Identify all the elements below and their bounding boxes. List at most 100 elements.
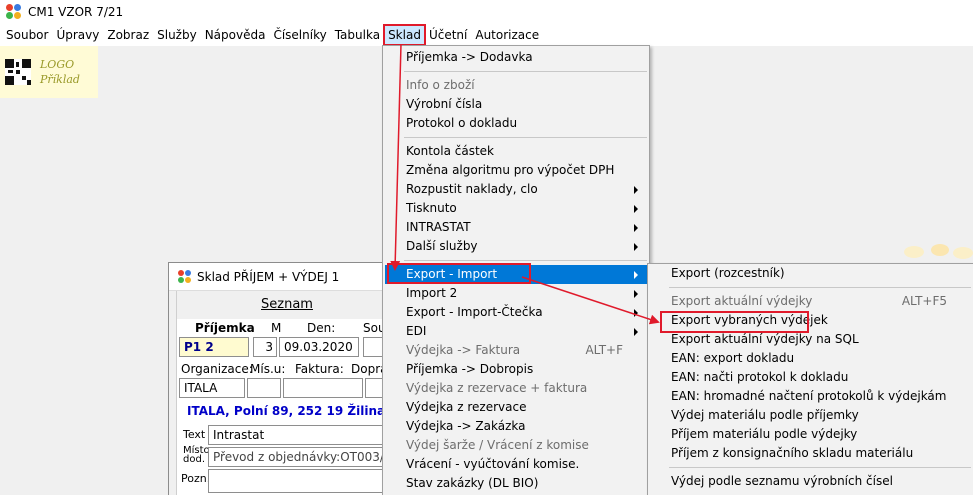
menu-item-label: Vrácení - vyúčtování komise. — [406, 457, 580, 471]
label-text: Text — [183, 428, 206, 441]
sklad-menu-item-zmena-algoritmu-pro-vypocet-dph[interactable]: Změna algoritmu pro výpočet DPH — [385, 161, 647, 180]
menu-item-label: Import 2 — [406, 286, 458, 300]
menu-item-label: Protokol o dokladu — [406, 116, 518, 130]
export-submenu-item-vydej-materialu-podle-prijemky[interactable]: Výdej materiálu podle příjemky — [650, 406, 973, 425]
sklad-menu: Příjemka -> Dodavka Info o zboží Výrobní č… — [382, 45, 650, 495]
submenu-arrow-icon — [634, 205, 638, 213]
label-prijemka: Příjemka — [195, 321, 255, 335]
faktura-field[interactable] — [283, 378, 363, 398]
export-submenu-separator — [669, 467, 971, 468]
sklad-window-titlebar[interactable]: Sklad PŘÍJEM + VÝDEJ 1 — [169, 263, 397, 291]
submenu-arrow-icon — [634, 224, 638, 232]
sklad-menu-item-prijemka-dobropis[interactable]: Příjemka -> Dobropis — [385, 360, 647, 379]
label-misto-dod: Místo dod. — [183, 445, 210, 465]
export-submenu-item-ean-hromadne-nacteni-protokolu-k-vydejkam[interactable]: EAN: hromadné načtení protokolů k výdejk… — [650, 387, 973, 406]
m-field[interactable]: 3 — [253, 337, 277, 357]
sklad-window-body: Seznam Příjemka M Den: Sou P1 2 3 09.03.… — [176, 291, 398, 495]
title-bar: CM1 VZOR 7/21 — [0, 0, 973, 24]
menu-item-label: Kontola částek — [406, 144, 495, 158]
menu-item-label: EAN: načti protokol k dokladu — [671, 370, 849, 384]
menu-zobraz[interactable]: Zobraz — [103, 25, 153, 45]
menu-tabulka[interactable]: Tabulka — [331, 25, 384, 45]
submenu-arrow-icon — [634, 290, 638, 298]
menu-item-label: Výrobní čísla — [406, 97, 483, 111]
menu-sluzby[interactable]: Služby — [153, 25, 201, 45]
sklad-menu-item-vraceni-vyuctovani-komise[interactable]: Vrácení - vyúčtování komise. — [385, 455, 647, 474]
export-submenu-item-prijem-z-konsignacniho-skladu-materialu[interactable]: Příjem z konsignačního skladu materiálu — [650, 444, 973, 463]
menu-item-label: Export (rozcestník) — [671, 266, 785, 280]
sklad-menu-item-export-import[interactable]: Export - Import — [385, 265, 647, 284]
sklad-menu-item-prijemka-dodavka[interactable]: Příjemka -> Dodavka — [385, 48, 647, 67]
sklad-menu-item-stav-zakazky-dl-bio[interactable]: Stav zakázky (DL BIO) — [385, 474, 647, 493]
qr-code-icon — [5, 59, 31, 85]
menu-item-label: Výdejka -> Faktura — [406, 343, 521, 357]
label-organizace: Organizace: — [181, 362, 253, 376]
menu-item-label: Změna algoritmu pro výpočet DPH — [406, 163, 615, 177]
window-app-icon — [178, 269, 192, 284]
export-submenu-item-export-rozcestnik[interactable]: Export (rozcestník) — [650, 264, 973, 283]
menu-item-label: Info o zboží — [406, 78, 475, 92]
label-faktura: Faktura: — [295, 362, 344, 376]
export-submenu-item-vydej-podle-seznamu-vyrobnich-cisel[interactable]: Výdej podle seznamu výrobních čísel — [650, 472, 973, 491]
label-pozn: Pozn. — [181, 472, 211, 485]
menu-item-label: Tisknuto — [406, 201, 457, 215]
export-submenu-item-export-aktualni-vydejky-na-sql[interactable]: Export aktuální výdejky na SQL — [650, 330, 973, 349]
misu-field[interactable] — [247, 378, 281, 398]
sklad-menu-item-dalsi-sluzby[interactable]: Další služby — [385, 237, 647, 256]
menu-soubor[interactable]: Soubor — [2, 25, 52, 45]
text-field[interactable]: Intrastat — [208, 425, 398, 445]
menu-item-shortcut: ALT+F5 — [901, 294, 947, 308]
misto-dodani-field[interactable]: Převod z objednávky:OT003/20 — [208, 447, 398, 467]
sklad-menu-item-edi[interactable]: EDI — [385, 322, 647, 341]
label-misu: Mís.u: — [250, 362, 286, 376]
menu-upravy[interactable]: Úpravy — [52, 25, 103, 45]
sklad-menu-item-kontola-castek[interactable]: Kontola částek — [385, 142, 647, 161]
sklad-menu-item-intrastat[interactable]: INTRASTAT — [385, 218, 647, 237]
export-submenu-item-ean-export-dokladu[interactable]: EAN: export dokladu — [650, 349, 973, 368]
export-submenu-item-export-vybranych-vydejek[interactable]: Export vybraných výdejek — [650, 311, 973, 330]
sklad-menu-item-tisknuto[interactable]: Tisknuto — [385, 199, 647, 218]
organization-field[interactable]: ITALA — [179, 378, 245, 398]
menu-ucetni[interactable]: Účetní — [425, 25, 471, 45]
menu-item-label: Výdej materiálu podle příjemky — [671, 408, 859, 422]
submenu-arrow-icon — [634, 243, 638, 251]
date-field[interactable]: 09.03.2020 — [279, 337, 359, 357]
export-submenu-item-ean-nacti-protokol-k-dokladu[interactable]: EAN: načti protokol k dokladu — [650, 368, 973, 387]
company-logo: LOGO Příklad — [0, 46, 98, 98]
menu-item-label: EDI — [406, 324, 427, 338]
menu-item-label: Výdejka z rezervace + faktura — [406, 381, 588, 395]
menu-item-label: Export - Import-Čtečka — [406, 305, 543, 319]
menu-item-label: Export aktuální výdejky — [671, 294, 813, 308]
window-title: CM1 VZOR 7/21 — [28, 5, 124, 19]
sklad-menu-item-import-2[interactable]: Import 2 — [385, 284, 647, 303]
sklad-menu-item-vydejka-zakazka[interactable]: Výdejka -> Zakázka — [385, 417, 647, 436]
menu-napoveda[interactable]: Nápověda — [201, 25, 270, 45]
export-submenu-item-prijem-materialu-podle-vydejky[interactable]: Příjem materiálu podle výdejky — [650, 425, 973, 444]
menu-item-label: Výdejka z rezervace — [406, 400, 527, 414]
menu-item-label: Výdej šarže / Vrácení z komise — [406, 438, 589, 452]
poznamka-field[interactable] — [208, 469, 398, 493]
menu-autorizace[interactable]: Autorizace — [471, 25, 543, 45]
sklad-window-title: Sklad PŘÍJEM + VÝDEJ 1 — [197, 269, 340, 284]
label-m: M — [271, 321, 282, 335]
document-number-field[interactable]: P1 2 — [179, 337, 249, 357]
menu-item-label: Výdej podle seznamu výrobních čísel — [671, 474, 893, 488]
menu-item-label: Příjem z konsignačního skladu materiálu — [671, 446, 914, 460]
submenu-arrow-icon — [634, 186, 638, 194]
sklad-menu-item-vydejka-z-rezervace[interactable]: Výdejka z rezervace — [385, 398, 647, 417]
sklad-menu-item-protokol-o-dokladu[interactable]: Protokol o dokladu — [385, 114, 647, 133]
sklad-menu-item-export-import-ctecka[interactable]: Export - Import-Čtečka — [385, 303, 647, 322]
menu-ciselniky[interactable]: Číselníky — [269, 25, 330, 45]
submenu-arrow-icon — [634, 271, 638, 279]
sklad-menu-item-vyrobni-cisla[interactable]: Výrobní čísla — [385, 95, 647, 114]
menu-item-label: Stav zakázky (DL BIO) — [406, 476, 539, 490]
sklad-menu-item-vydejka-z-rezervace-faktura: Výdejka z rezervace + faktura — [385, 379, 647, 398]
submenu-arrow-icon — [634, 328, 638, 336]
menu-sklad[interactable]: Sklad — [383, 24, 426, 46]
export-import-submenu: Export (rozcestník) Export aktuální výdej… — [647, 263, 973, 495]
sklad-menu-separator — [404, 260, 647, 261]
tab-seznam[interactable]: Seznam — [177, 291, 397, 319]
sklad-menu-item-rozpustit-naklady-clo[interactable]: Rozpustit naklady, clo — [385, 180, 647, 199]
sklad-menu-item-info-o-zbozi: Info o zboží — [385, 76, 647, 95]
menu-item-label: Příjem materiálu podle výdejky — [671, 427, 858, 441]
